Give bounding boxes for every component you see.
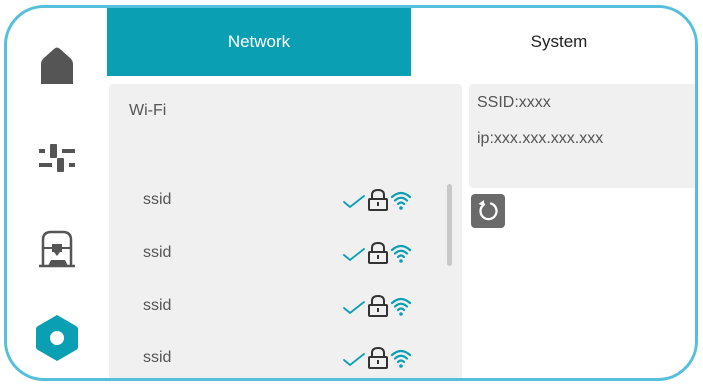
home-icon [41,47,73,84]
check-icon [343,301,365,315]
hexagon-settings-icon [36,315,78,361]
sidebar-item-printer[interactable] [27,218,87,278]
sidebar-item-controls[interactable] [27,128,87,188]
network-ssid: ssid [143,297,172,314]
connection-info-panel: SSID:xxxx ip:xxx.xxx.xxx.xxx [469,84,695,188]
check-icon [343,195,365,209]
check-icon [343,353,365,367]
wifi-signal-icon [390,244,412,263]
wifi-network-row[interactable]: ssid [109,181,449,221]
lock-icon [368,346,388,369]
tab-bar: Network System [107,8,695,76]
wifi-network-row[interactable]: ssid [109,339,449,378]
wifi-signal-icon [390,191,412,210]
printer-icon [39,230,75,268]
tab-network[interactable]: Network [107,8,411,76]
network-status-icons [342,241,442,267]
network-ssid: ssid [143,244,172,261]
wifi-signal-icon [390,297,412,316]
wifi-network-row[interactable]: ssid [109,287,449,327]
network-status-icons [342,294,442,320]
device-screen: Network System Wi-Fi ssid ssid ssid ssid… [4,5,698,381]
lock-icon [368,188,388,211]
tab-system[interactable]: System [411,8,695,76]
network-status-icons [342,188,442,214]
sidebar-item-settings[interactable] [27,308,87,368]
wifi-network-row[interactable]: ssid [109,234,449,274]
network-ssid: ssid [143,191,172,208]
network-status-icons [342,346,442,372]
refresh-button[interactable] [471,194,505,228]
lock-icon [368,294,388,317]
sidebar [7,8,107,378]
check-icon [343,248,365,262]
sliders-icon [39,144,75,172]
refresh-icon [478,200,498,221]
connected-ssid: SSID:xxxx [477,94,551,111]
wifi-list-scrollbar[interactable] [447,184,452,266]
network-ssid: ssid [143,349,172,366]
lock-icon [368,241,388,264]
wifi-signal-icon [390,349,412,368]
sidebar-item-home[interactable] [27,36,87,96]
ip-address: ip:xxx.xxx.xxx.xxx [477,130,604,147]
wifi-title: Wi-Fi [129,102,167,119]
wifi-list-panel: Wi-Fi ssid ssid ssid ssid [109,84,462,378]
